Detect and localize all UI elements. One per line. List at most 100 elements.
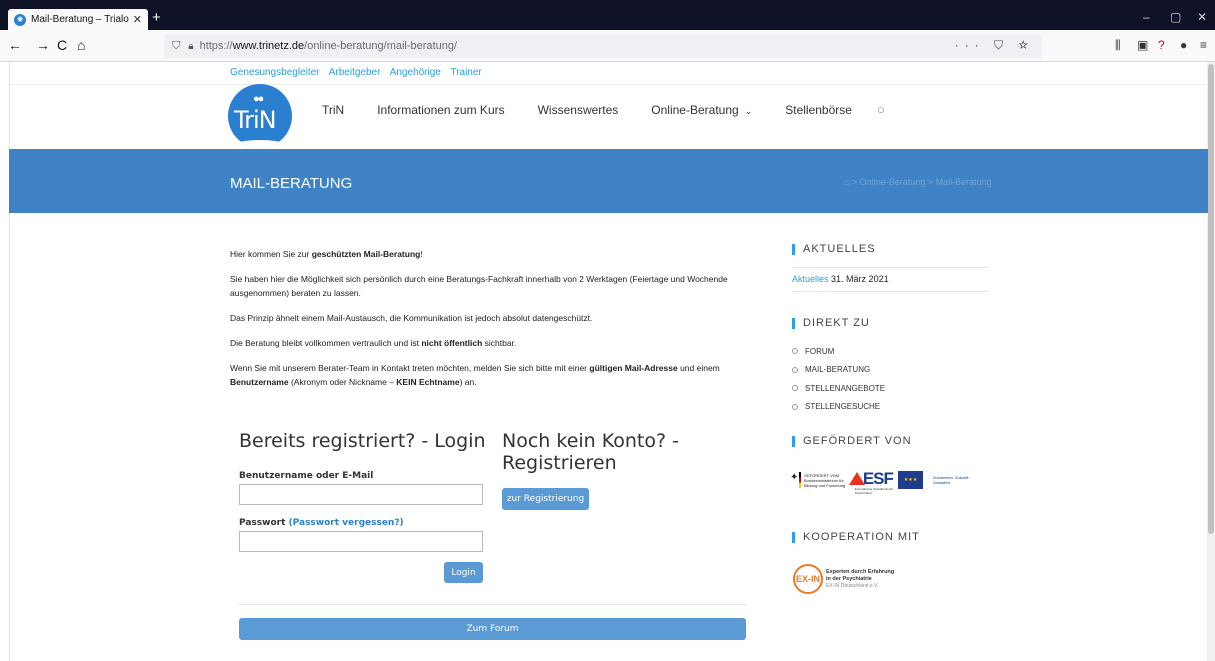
nav-item-wissenswertes[interactable]: Wissenswertes bbox=[538, 103, 619, 117]
forward-button[interactable]: → bbox=[36, 37, 50, 53]
password-field[interactable] bbox=[239, 531, 483, 552]
toplink-genesungsbegleiter[interactable]: Genesungsbegleiter bbox=[230, 67, 320, 78]
list-item[interactable]: MAIL-BERATUNG bbox=[792, 361, 885, 380]
intro-text: Hier kommen Sie zur bbox=[230, 249, 312, 259]
aktuelles-entry: Aktuelles 31. März 2021 bbox=[792, 274, 889, 284]
esf-word: ESF bbox=[862, 469, 894, 488]
main-content: Hier kommen Sie zur geschützten Mail-Ber… bbox=[230, 247, 750, 400]
toplink-angehoerige[interactable]: Angehörige bbox=[390, 67, 441, 78]
nav-item-online-beratung-label: Online-Beratung bbox=[651, 102, 739, 117]
logo-wave bbox=[228, 140, 292, 148]
tab-title: Mail-Beratung – Trialog im Net bbox=[31, 14, 129, 25]
home-icon[interactable]: ⌂ bbox=[844, 177, 849, 187]
principle-paragraph: Das Prinzip ähnelt einem Mail-Austausch,… bbox=[230, 313, 593, 323]
intro-paragraph: Hier kommen Sie zur geschützten Mail-Ber… bbox=[230, 247, 750, 261]
zukunft-logo: Zusammen. Zukunft. Gestalten. bbox=[932, 475, 970, 485]
nav-item-stellenboerse[interactable]: Stellenbörse bbox=[785, 103, 852, 117]
web-page: Genesungsbegleiter Arbeitgeber Angehörig… bbox=[0, 62, 1215, 661]
aktuelles-link[interactable]: Aktuelles bbox=[792, 274, 829, 284]
exin-line3: EX-IN Deutschland e.V. bbox=[826, 582, 879, 589]
confidential-bold: nicht öffentlich bbox=[421, 338, 483, 348]
browser-tab[interactable]: ◉ Mail-Beratung – Trialog im Net ✕ bbox=[8, 9, 148, 30]
account-icon[interactable]: ● bbox=[1180, 38, 1187, 52]
bmbf-text: GEFÖRDERT VOM Bundesministerium für Bildu… bbox=[804, 473, 849, 488]
contact-text-1: Wenn Sie mit unserem Berater-Team in Kon… bbox=[230, 363, 590, 373]
bmbf-logo: ✦ GEFÖRDERT VOM Bundesministerium für Bil… bbox=[790, 468, 849, 492]
sponsor-logos: ✦ GEFÖRDERT VOM Bundesministerium für Bil… bbox=[790, 467, 986, 495]
circle-bullet-icon bbox=[792, 403, 798, 410]
contact-text-3: (Akronym oder Nickname – bbox=[288, 377, 397, 387]
exin-text: Experten durch Erfahrung in der Psychiat… bbox=[826, 569, 894, 590]
page-banner: MAIL-BERATUNG ⌂ > Online-Beratung > Mail… bbox=[9, 149, 1208, 213]
contact-text-2: und einem bbox=[677, 363, 720, 373]
minimize-window-button[interactable]: – bbox=[1143, 10, 1150, 24]
nav-item-kurs[interactable]: Informationen zum Kurs bbox=[377, 103, 504, 117]
close-window-button[interactable]: ✕ bbox=[1197, 10, 1207, 24]
menu-icon[interactable]: ≡ bbox=[1200, 38, 1207, 52]
confidential-text: Die Beratung bleibt vollkommen vertrauli… bbox=[230, 338, 422, 348]
page-actions-icons[interactable]: ··· ⛉ ☆ bbox=[955, 38, 1034, 53]
url-protocol: https:// bbox=[199, 40, 233, 52]
password-label: Passwort bbox=[239, 518, 286, 528]
favicon-icon: ◉ bbox=[14, 13, 26, 26]
home-button[interactable]: ⌂ bbox=[77, 37, 85, 53]
list-item[interactable]: STELLENANGEBOTE bbox=[792, 379, 885, 398]
url-bar[interactable]: ⛉ 🔒︎ https://www.trinetz.de/online-berat… bbox=[164, 34, 1042, 58]
direkt-forum[interactable]: FORUM bbox=[805, 347, 834, 356]
password-label-row: Passwort (Passwort vergessen?) bbox=[239, 518, 404, 528]
lock-icon[interactable]: 🔒︎ bbox=[188, 41, 193, 52]
page-scrollbar[interactable] bbox=[1207, 62, 1215, 661]
logo-dots: ●● bbox=[253, 93, 264, 105]
help-icon[interactable]: ? bbox=[1158, 38, 1165, 52]
info-paragraph: Sie haben hier die Möglichkeit sich pers… bbox=[230, 274, 728, 298]
back-button[interactable]: ← bbox=[8, 37, 22, 53]
breadcrumb-separator: > bbox=[927, 177, 934, 187]
sidebar-icon[interactable]: ▣ bbox=[1137, 38, 1148, 52]
direkt-mail-beratung[interactable]: MAIL-BERATUNG bbox=[805, 365, 870, 374]
breadcrumb-separator: > bbox=[851, 177, 858, 187]
exin-logo[interactable]: EX-IN Experten durch Erfahrung in der Ps… bbox=[793, 564, 894, 594]
login-button[interactable]: Login bbox=[444, 562, 483, 583]
direkt-zu-list: FORUM MAIL-BERATUNG STELLENANGEBOTE STEL… bbox=[792, 342, 885, 416]
breadcrumb-online-beratung[interactable]: Online-Beratung bbox=[860, 177, 926, 187]
intro-bold: geschützten Mail-Beratung bbox=[311, 249, 421, 259]
forum-button[interactable]: Zum Forum bbox=[239, 618, 746, 640]
toplink-arbeitgeber[interactable]: Arbeitgeber bbox=[329, 67, 381, 78]
reload-button[interactable]: C bbox=[57, 37, 67, 53]
maximize-window-button[interactable]: ▢ bbox=[1170, 10, 1181, 24]
gefoerdert-heading: GEFÖRDERT VON bbox=[792, 436, 912, 447]
forgot-password-link[interactable]: (Passwort vergessen?) bbox=[289, 518, 404, 528]
form-divider bbox=[239, 604, 746, 605]
tracking-shield-icon[interactable]: ⛉ bbox=[172, 40, 180, 53]
search-icon[interactable]: ○ bbox=[877, 102, 885, 117]
contact-paragraph: Wenn Sie mit unserem Berater-Team in Kon… bbox=[230, 361, 750, 389]
new-tab-button[interactable]: + bbox=[152, 10, 161, 26]
bmbf-name: Bundesministerium für Bildung und Forsch… bbox=[804, 478, 846, 488]
toplink-trainer[interactable]: Trainer bbox=[450, 67, 481, 78]
contact-bold-2: Benutzername bbox=[230, 377, 289, 387]
library-icon[interactable]: ⫼ bbox=[1115, 38, 1121, 53]
list-item[interactable]: FORUM bbox=[792, 342, 885, 361]
direkt-zu-heading: DIREKT ZU bbox=[792, 318, 870, 329]
direkt-stellenangebote[interactable]: STELLENANGEBOTE bbox=[805, 384, 885, 393]
logo-text: TriN bbox=[234, 106, 277, 134]
list-item[interactable]: STELLENGESUCHE bbox=[792, 398, 885, 417]
circle-bullet-icon bbox=[792, 366, 798, 373]
nav-item-online-beratung[interactable]: Online-Beratung ⌄ bbox=[651, 103, 752, 117]
breadcrumb: ⌂ > Online-Beratung > Mail-Beratung bbox=[844, 177, 992, 187]
nav-item-trin[interactable]: TriN bbox=[322, 103, 344, 117]
intro-end: ! bbox=[420, 249, 423, 259]
direkt-stellengesuche[interactable]: STELLENGESUCHE bbox=[805, 402, 880, 411]
kooperation-heading: KOOPERATION MIT bbox=[792, 532, 920, 543]
sidebar-divider bbox=[792, 291, 988, 292]
trin-logo[interactable]: ●● TriN bbox=[228, 84, 292, 148]
breadcrumb-mail-beratung: Mail-Beratung bbox=[935, 177, 992, 187]
register-heading: Noch kein Konto? - Registrieren bbox=[502, 430, 679, 474]
circle-bullet-icon bbox=[792, 385, 798, 392]
close-tab-icon[interactable]: ✕ bbox=[133, 13, 142, 26]
scroll-thumb[interactable] bbox=[1208, 64, 1214, 534]
esf-subtitle: Europäischer Sozialfonds für Deutschland bbox=[854, 487, 894, 495]
url-path: /online-beratung/mail-beratung/ bbox=[304, 40, 458, 52]
username-field[interactable] bbox=[239, 484, 483, 505]
register-button[interactable]: zur Registrierung bbox=[502, 488, 589, 510]
